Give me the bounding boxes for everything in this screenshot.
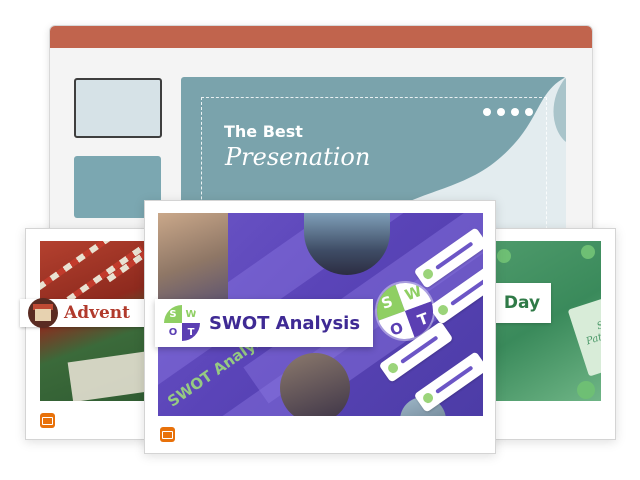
st-patricks-title-label: Day: [493, 283, 551, 323]
gingerbread-house-icon: [28, 298, 58, 328]
advent-title: Advent: [64, 303, 130, 323]
slide-title[interactable]: The Best: [224, 122, 303, 141]
st-patricks-slide-text: St. Patrick's Day: [584, 317, 601, 355]
swot-title-label: S W O T SWOT Analysis: [155, 299, 373, 347]
slide-subtitle[interactable]: Presenation: [225, 143, 370, 171]
presentation-icon: [160, 427, 175, 442]
template-card-swot[interactable]: SWOT Analysis S W O T S W O T SWOT Analy…: [144, 200, 496, 454]
more-options-icon[interactable]: [483, 108, 533, 116]
swot-logo-icon: S W O T: [164, 305, 200, 341]
advent-title-label: Advent: [20, 298, 156, 328]
slide-thumbnail-1[interactable]: [74, 78, 162, 138]
st-patricks-title: Day: [503, 293, 541, 313]
presentation-icon: [40, 413, 55, 428]
editor-titlebar: [50, 26, 592, 48]
st-patricks-slide: St. Patrick's Day: [567, 291, 601, 377]
person-photo: [158, 213, 228, 303]
swot-title: SWOT Analysis: [209, 312, 361, 334]
group-photo: [280, 353, 350, 416]
